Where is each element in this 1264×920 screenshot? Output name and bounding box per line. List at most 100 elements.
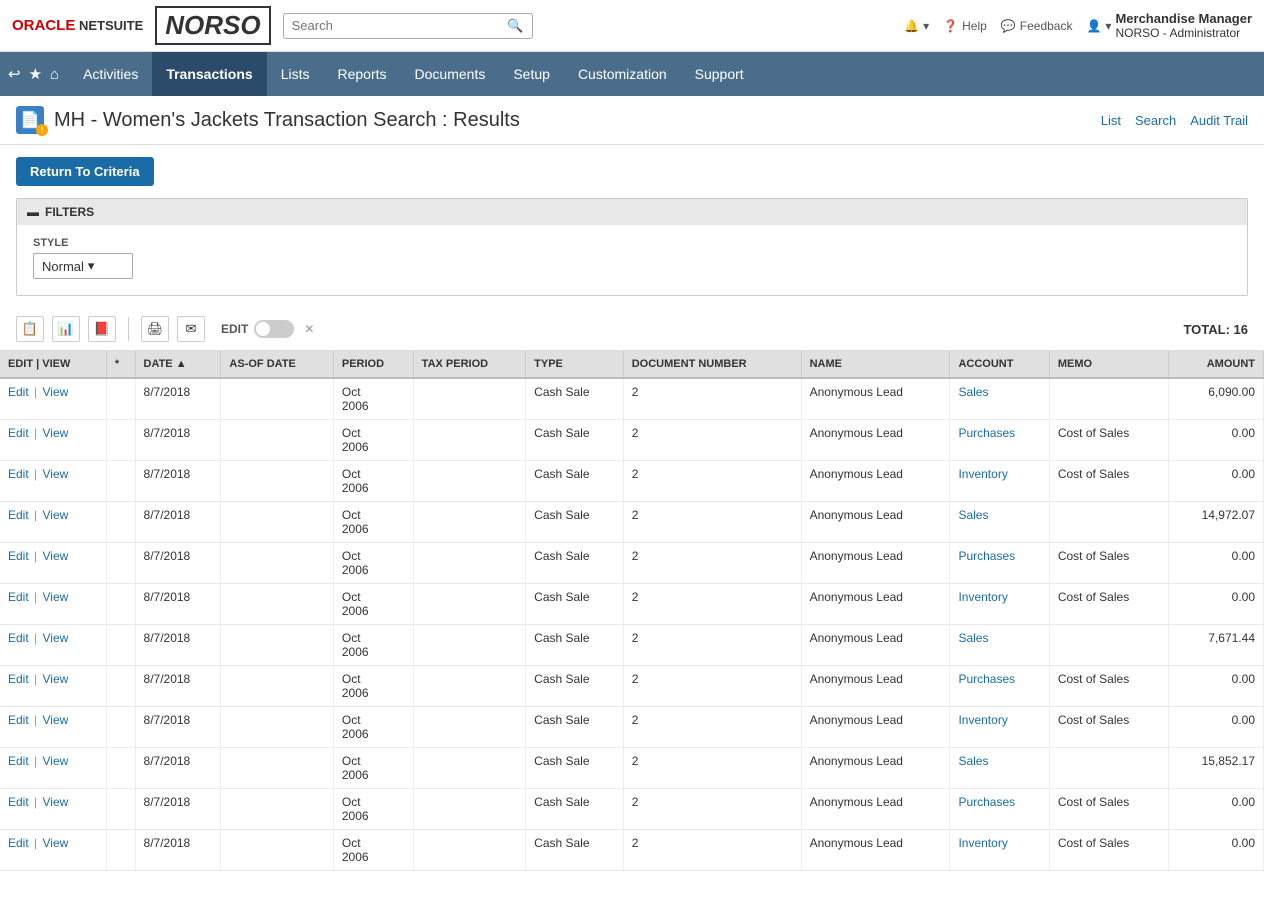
cell-star: [106, 584, 135, 625]
search-icon[interactable]: 🔍: [507, 18, 523, 34]
cell-as-of-date: [221, 625, 333, 666]
view-link[interactable]: View: [42, 672, 68, 686]
cell-doc-number: 2: [623, 707, 801, 748]
edit-link[interactable]: Edit: [8, 590, 29, 604]
view-link[interactable]: View: [42, 795, 68, 809]
nav-item-setup[interactable]: Setup: [499, 52, 564, 96]
view-link[interactable]: View: [42, 713, 68, 727]
cell-account: Sales: [950, 625, 1049, 666]
cell-date: 8/7/2018: [135, 707, 221, 748]
view-link[interactable]: View: [42, 508, 68, 522]
edit-link[interactable]: Edit: [8, 754, 29, 768]
search-box[interactable]: 🔍: [283, 13, 533, 39]
edit-link[interactable]: Edit: [8, 467, 29, 481]
home-icon[interactable]: ⌂: [50, 66, 59, 83]
view-link[interactable]: View: [42, 631, 68, 645]
feedback-icon-group[interactable]: 💬 Feedback: [1001, 19, 1073, 33]
nav-item-transactions[interactable]: Transactions: [152, 52, 266, 96]
nav-item-activities[interactable]: Activities: [69, 52, 152, 96]
view-link[interactable]: View: [42, 590, 68, 604]
account-link[interactable]: Purchases: [958, 795, 1015, 809]
cell-name: Anonymous Lead: [801, 461, 950, 502]
edit-link[interactable]: Edit: [8, 672, 29, 686]
cell-edit-view: Edit | View: [0, 584, 106, 625]
cell-name: Anonymous Lead: [801, 420, 950, 461]
feedback-label: Feedback: [1020, 19, 1073, 33]
edit-link[interactable]: Edit: [8, 426, 29, 440]
cell-date: 8/7/2018: [135, 461, 221, 502]
edit-link[interactable]: Edit: [8, 795, 29, 809]
col-type[interactable]: TYPE: [526, 351, 624, 378]
account-link[interactable]: Inventory: [958, 713, 1007, 727]
new-document-icon[interactable]: 📋: [16, 316, 44, 342]
nav-item-documents[interactable]: Documents: [401, 52, 500, 96]
results-table-wrapper: EDIT | VIEW * DATE ▲ AS-OF DATE PERIOD T…: [0, 351, 1264, 871]
account-link[interactable]: Sales: [958, 754, 988, 768]
edit-toggle-button[interactable]: [254, 320, 294, 338]
list-link[interactable]: List: [1101, 113, 1121, 128]
cell-doc-number: 2: [623, 543, 801, 584]
table-body: Edit | View8/7/2018Oct 2006Cash Sale2Ano…: [0, 378, 1264, 871]
table-row: Edit | View8/7/2018Oct 2006Cash Sale2Ano…: [0, 830, 1264, 871]
col-memo[interactable]: MEMO: [1049, 351, 1168, 378]
account-link[interactable]: Inventory: [958, 467, 1007, 481]
col-account[interactable]: ACCOUNT: [950, 351, 1049, 378]
col-amount[interactable]: AMOUNT: [1168, 351, 1263, 378]
cell-tax-period: [413, 830, 525, 871]
account-link[interactable]: Inventory: [958, 590, 1007, 604]
edit-link[interactable]: Edit: [8, 549, 29, 563]
export-pdf-icon[interactable]: 📕: [88, 316, 116, 342]
col-tax-period[interactable]: TAX PERIOD: [413, 351, 525, 378]
audit-trail-link[interactable]: Audit Trail: [1190, 113, 1248, 128]
col-date[interactable]: DATE ▲: [135, 351, 221, 378]
nav-item-reports[interactable]: Reports: [324, 52, 401, 96]
edit-link[interactable]: Edit: [8, 836, 29, 850]
cell-date: 8/7/2018: [135, 420, 221, 461]
view-link[interactable]: View: [42, 426, 68, 440]
export-csv-icon[interactable]: 📊: [52, 316, 80, 342]
col-as-of-date[interactable]: AS-OF DATE: [221, 351, 333, 378]
user-name: Merchandise Manager: [1115, 11, 1252, 26]
view-link[interactable]: View: [42, 754, 68, 768]
view-link[interactable]: View: [42, 467, 68, 481]
nav-item-lists[interactable]: Lists: [267, 52, 324, 96]
account-link[interactable]: Purchases: [958, 672, 1015, 686]
history-icon[interactable]: ↩: [8, 65, 21, 83]
table-row: Edit | View8/7/2018Oct 2006Cash Sale2Ano…: [0, 748, 1264, 789]
account-link[interactable]: Sales: [958, 631, 988, 645]
star-icon[interactable]: ★: [29, 65, 42, 83]
email-icon[interactable]: ✉: [177, 316, 205, 342]
account-link[interactable]: Inventory: [958, 836, 1007, 850]
view-link[interactable]: View: [42, 385, 68, 399]
edit-link[interactable]: Edit: [8, 713, 29, 727]
cell-tax-period: [413, 707, 525, 748]
account-link[interactable]: Purchases: [958, 549, 1015, 563]
view-link[interactable]: View: [42, 549, 68, 563]
search-link[interactable]: Search: [1135, 113, 1176, 128]
notifications-icon[interactable]: 🔔 ▾: [904, 19, 929, 33]
cell-account: Purchases: [950, 543, 1049, 584]
edit-link[interactable]: Edit: [8, 631, 29, 645]
col-period[interactable]: PERIOD: [333, 351, 413, 378]
cell-period: Oct 2006: [333, 625, 413, 666]
help-icon-group[interactable]: ❓ Help: [943, 19, 987, 33]
edit-link[interactable]: Edit: [8, 385, 29, 399]
col-name[interactable]: NAME: [801, 351, 950, 378]
account-link[interactable]: Sales: [958, 385, 988, 399]
print-icon[interactable]: 🖨: [141, 316, 169, 342]
edit-toggle-close[interactable]: ✕: [304, 322, 314, 336]
user-icon-group[interactable]: 👤 ▾ Merchandise Manager NORSO - Administ…: [1086, 11, 1252, 40]
style-filter-select[interactable]: Normal ▾: [33, 253, 133, 279]
search-input[interactable]: [292, 18, 502, 33]
account-link[interactable]: Sales: [958, 508, 988, 522]
nav-item-customization[interactable]: Customization: [564, 52, 681, 96]
nav-item-support[interactable]: Support: [681, 52, 758, 96]
edit-link[interactable]: Edit: [8, 508, 29, 522]
view-link[interactable]: View: [42, 836, 68, 850]
account-link[interactable]: Purchases: [958, 426, 1015, 440]
filters-header[interactable]: ▬ FILTERS: [17, 199, 1247, 225]
table-row: Edit | View8/7/2018Oct 2006Cash Sale2Ano…: [0, 625, 1264, 666]
table-row: Edit | View8/7/2018Oct 2006Cash Sale2Ano…: [0, 543, 1264, 584]
return-to-criteria-button[interactable]: Return To Criteria: [16, 157, 154, 186]
col-doc-number[interactable]: DOCUMENT NUMBER: [623, 351, 801, 378]
